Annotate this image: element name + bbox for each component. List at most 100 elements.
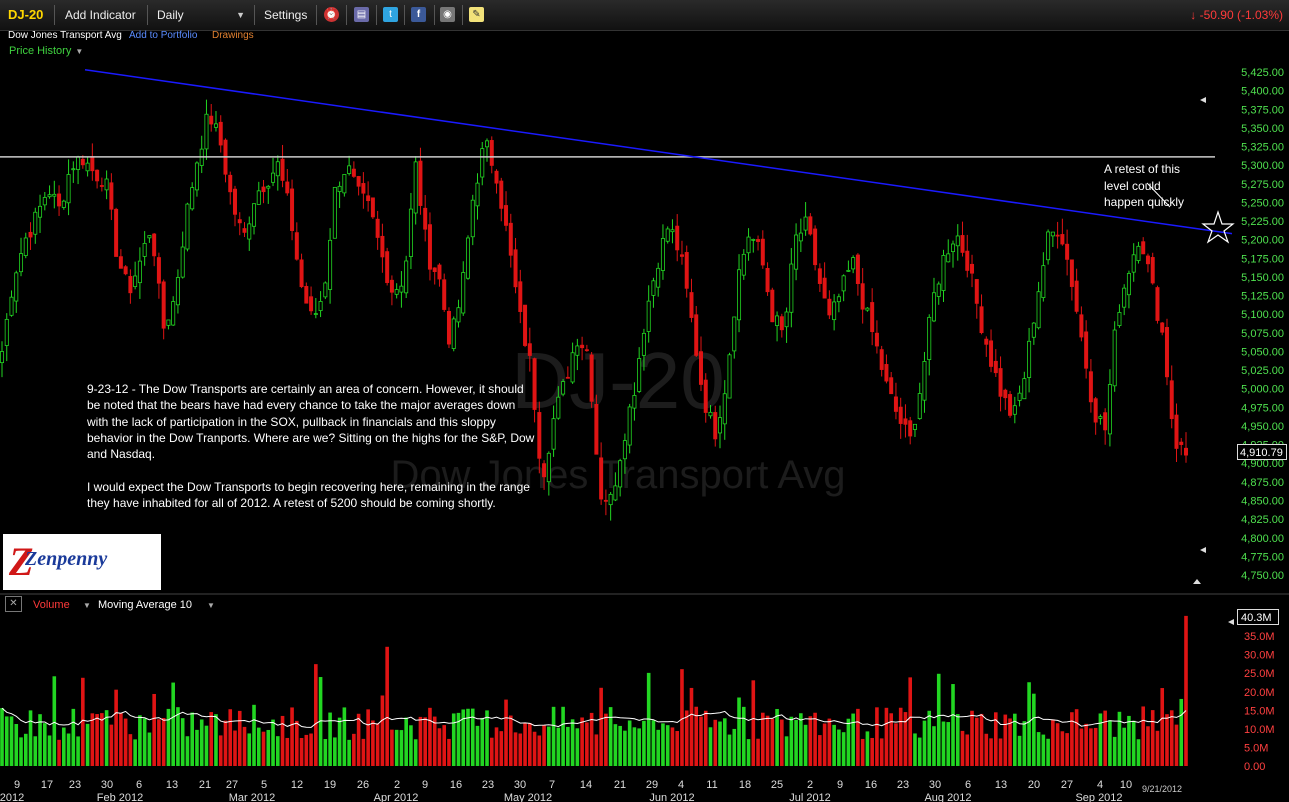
candle-up xyxy=(413,161,418,214)
candle-down xyxy=(118,256,123,269)
volume-bar xyxy=(523,723,527,766)
volume-bar xyxy=(271,719,275,766)
month-tick: Sep 2012 xyxy=(1075,792,1122,802)
volume-bar xyxy=(665,725,670,766)
candle-down xyxy=(385,251,390,283)
candle-up xyxy=(741,253,746,276)
candle-down xyxy=(1074,280,1079,312)
day-tick: 9 xyxy=(422,779,428,791)
volume-bar xyxy=(561,706,565,766)
candle-down xyxy=(1150,257,1155,284)
volume-bar xyxy=(299,738,304,766)
volume-bar xyxy=(142,718,147,766)
volume-bar xyxy=(951,684,955,766)
price-tick: 4,875.00 xyxy=(1241,477,1284,489)
trendline[interactable] xyxy=(84,69,1233,235)
volume-bar xyxy=(1103,710,1107,766)
candle-up xyxy=(266,185,271,189)
candle-down xyxy=(1174,414,1179,449)
volume-bar xyxy=(884,707,889,766)
volume-bar xyxy=(1127,715,1131,766)
candle-down xyxy=(527,343,532,356)
candle-down xyxy=(1160,322,1165,333)
volume-bar xyxy=(1141,706,1146,766)
candle-down xyxy=(351,168,356,177)
chevron-down-icon[interactable]: ▼ xyxy=(83,601,91,610)
volume-label: Volume xyxy=(33,599,70,611)
day-tick: 7 xyxy=(549,779,555,791)
scroll-up-icon[interactable] xyxy=(1193,579,1201,584)
day-tick: 30 xyxy=(929,779,941,791)
volume-bar xyxy=(860,738,865,766)
volume-bar xyxy=(851,713,855,766)
candle-down xyxy=(128,276,133,294)
candle-down xyxy=(389,279,394,293)
candle-up xyxy=(328,239,333,290)
volume-bar xyxy=(90,713,95,766)
volume-bar xyxy=(1117,711,1122,766)
volume-bar xyxy=(946,722,951,766)
candle-down xyxy=(779,316,784,331)
scroll-left-icon[interactable] xyxy=(1200,547,1206,553)
volume-bar xyxy=(879,738,884,766)
volume-bar xyxy=(504,699,508,766)
volume-bar xyxy=(176,707,180,766)
volume-bar xyxy=(718,721,722,766)
volume-bar xyxy=(180,718,185,766)
candle-up xyxy=(33,211,38,235)
candle-up xyxy=(1031,322,1036,338)
volume-bar xyxy=(266,729,271,766)
volume-bar xyxy=(936,673,941,766)
volume-bar xyxy=(95,714,99,766)
candle-down xyxy=(1008,394,1013,416)
candle-down xyxy=(903,418,908,425)
month-tick: Aug 2012 xyxy=(924,792,971,802)
volume-bar xyxy=(1060,731,1065,766)
volume-bar xyxy=(0,708,4,766)
candle-up xyxy=(946,253,951,263)
close-icon[interactable]: ✕ xyxy=(5,596,22,612)
last-price-label: 4,910.79 xyxy=(1237,444,1287,460)
volume-bar xyxy=(898,707,903,766)
volume-bar xyxy=(100,713,104,766)
volume-bar xyxy=(171,682,175,766)
candle-down xyxy=(689,292,694,318)
candle-down xyxy=(366,195,371,202)
candle-up xyxy=(166,319,171,326)
volume-bar xyxy=(808,716,813,766)
candle-up xyxy=(38,205,43,218)
volume-bar xyxy=(237,710,242,766)
candle-up xyxy=(570,352,575,383)
time-axis: 9 17 23 30 6 13 21 27 5 12 19 26 2 9 16 23 30 7 14 21 29 4 11 1… xyxy=(0,779,1132,802)
candle-up xyxy=(665,228,670,242)
volume-bar xyxy=(371,720,375,766)
candle-down xyxy=(423,207,428,230)
day-tick: 2 xyxy=(807,779,813,791)
chevron-down-icon[interactable]: ▼ xyxy=(207,601,215,610)
volume-bar xyxy=(1160,688,1165,766)
candle-down xyxy=(817,268,822,284)
volume-panel-header: ✕ Volume ▼ Moving Average 10 ▼ xyxy=(0,596,1289,616)
scroll-up-icon[interactable] xyxy=(1200,97,1206,103)
candle-up xyxy=(618,460,623,488)
candle-up xyxy=(646,300,651,332)
candle-up xyxy=(622,440,627,460)
candle-up xyxy=(1112,329,1117,387)
volume-bar xyxy=(451,713,456,766)
volume-bar xyxy=(1046,738,1050,766)
candle-up xyxy=(608,493,613,506)
volume-bar xyxy=(894,723,898,766)
moving-average-label[interactable]: Moving Average 10 xyxy=(98,599,192,611)
volume-bar xyxy=(566,726,570,766)
candle-down xyxy=(827,298,832,316)
candle-up xyxy=(14,272,19,302)
volume-bar xyxy=(599,687,603,766)
day-tick: 20 xyxy=(1028,779,1040,791)
volume-bar xyxy=(1027,682,1031,766)
volume-bar xyxy=(52,676,57,766)
volume-bar xyxy=(485,710,489,766)
candle-down xyxy=(989,340,994,367)
candle-up xyxy=(213,123,218,128)
volume-tick: 35.0M xyxy=(1244,631,1275,643)
volume-bar xyxy=(133,739,137,766)
